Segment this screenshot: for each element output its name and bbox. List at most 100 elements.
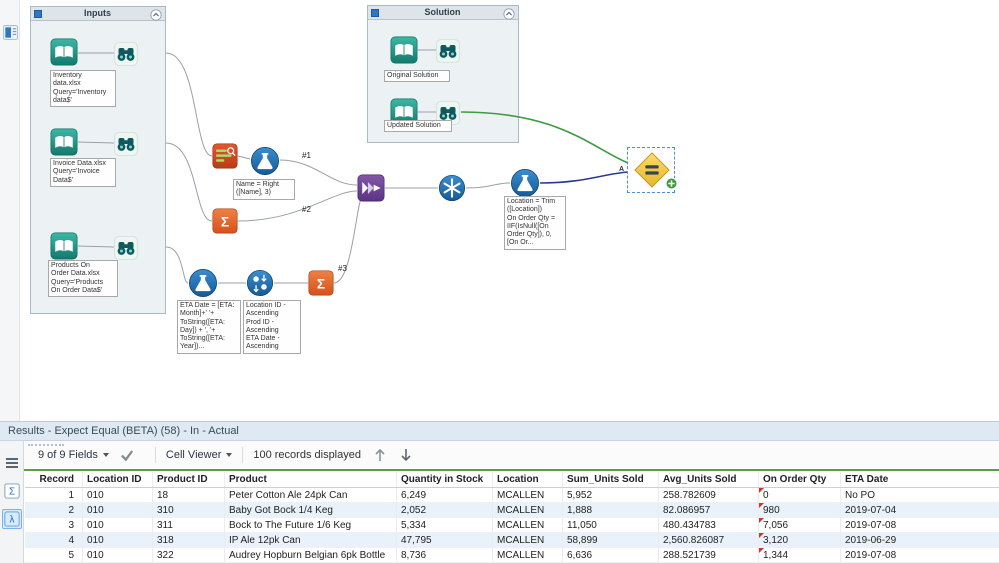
table-cell[interactable]: 310 bbox=[153, 503, 225, 517]
join-multiple-tool[interactable] bbox=[438, 174, 466, 202]
panel-drag-handle[interactable] bbox=[28, 444, 64, 448]
table-cell[interactable]: 2019-06-29 bbox=[841, 533, 999, 547]
column-header[interactable]: Location ID bbox=[83, 472, 153, 487]
input-data-tool-inventory[interactable] bbox=[50, 38, 78, 66]
results-panel-header[interactable]: Results - Expect Equal (BETA) (58) - In … bbox=[0, 422, 999, 441]
table-row[interactable]: 4 010 318 IP Ale 12pk Can 47,795 MCALLEN 58,89… bbox=[25, 533, 999, 548]
table-cell[interactable]: MCALLEN bbox=[493, 488, 563, 502]
tool-annotation[interactable]: Name = Right ([Name], 3) bbox=[233, 179, 295, 200]
table-cell[interactable]: 322 bbox=[153, 548, 225, 562]
table-cell[interactable]: MCALLEN bbox=[493, 518, 563, 532]
input-data-tool-products[interactable] bbox=[50, 232, 78, 260]
table-cell[interactable]: 5,952 bbox=[563, 488, 659, 502]
connection-wire[interactable] bbox=[165, 246, 189, 284]
table-row[interactable]: 1 010 18 Peter Cotton Ale 24pk Can 6,249 MCAL… bbox=[25, 488, 999, 503]
summarize-tool-2[interactable]: Σ bbox=[308, 270, 334, 296]
record-number-cell[interactable]: 1 bbox=[25, 488, 83, 502]
table-cell[interactable]: 1,888 bbox=[563, 503, 659, 517]
tool-annotation[interactable]: Updated Solution bbox=[384, 120, 452, 133]
browse-tool[interactable] bbox=[114, 42, 138, 66]
connection-wire-actual[interactable] bbox=[539, 171, 629, 184]
fields-dropdown[interactable]: 9 of 9 Fields bbox=[38, 449, 109, 461]
connection-wire[interactable] bbox=[77, 141, 115, 144]
table-cell[interactable]: 58,899 bbox=[563, 533, 659, 547]
sort-tool[interactable] bbox=[246, 269, 274, 297]
column-header[interactable]: Product bbox=[225, 472, 397, 487]
input-data-tool-invoice[interactable] bbox=[50, 128, 78, 156]
tool-annotation[interactable]: Location = Trim ([Location]) On Order Qt… bbox=[504, 196, 566, 250]
browse-tool[interactable] bbox=[436, 39, 460, 63]
tool-annotation[interactable]: Original Solution bbox=[384, 70, 450, 83]
results-view-metadata-icon[interactable]: λ bbox=[2, 509, 22, 529]
table-cell[interactable]: 82.086957 bbox=[659, 503, 759, 517]
table-cell[interactable]: 010 bbox=[83, 503, 153, 517]
table-cell[interactable]: MCALLEN bbox=[493, 503, 563, 517]
scroll-down-icon[interactable] bbox=[399, 447, 413, 463]
table-cell[interactable]: 311 bbox=[153, 518, 225, 532]
table-cell[interactable]: 8,736 bbox=[397, 548, 493, 562]
record-number-cell[interactable]: 4 bbox=[25, 533, 83, 547]
connection-wire[interactable] bbox=[237, 155, 251, 160]
table-cell[interactable]: Bock to The Future 1/6 Keg bbox=[225, 518, 397, 532]
table-cell[interactable]: Peter Cotton Ale 24pk Can bbox=[225, 488, 397, 502]
table-cell[interactable]: 2019-07-08 bbox=[841, 518, 999, 532]
table-row[interactable]: 5 010 322 Audrey Hopburn Belgian 6pk Bottle… bbox=[25, 548, 999, 563]
table-cell[interactable]: IP Ale 12pk Can bbox=[225, 533, 397, 547]
find-replace-tool[interactable] bbox=[212, 143, 238, 169]
cell-viewer-dropdown[interactable]: Cell Viewer bbox=[166, 449, 233, 461]
table-cell[interactable]: 980 bbox=[759, 503, 841, 517]
table-cell[interactable]: 2,052 bbox=[397, 503, 493, 517]
browse-tool[interactable] bbox=[114, 132, 138, 156]
column-header[interactable]: ETA Date bbox=[841, 472, 999, 487]
column-header[interactable]: Sum_Units Sold bbox=[563, 472, 659, 487]
column-header[interactable]: Quantity in Stock bbox=[397, 472, 493, 487]
formula-tool-name[interactable] bbox=[250, 146, 280, 176]
table-cell[interactable]: 6,249 bbox=[397, 488, 493, 502]
results-view-profile-icon[interactable]: Σ bbox=[2, 481, 22, 501]
apply-check-icon[interactable] bbox=[119, 447, 135, 463]
table-cell[interactable]: 010 bbox=[83, 548, 153, 562]
table-cell[interactable]: 47,795 bbox=[397, 533, 493, 547]
table-cell[interactable]: MCALLEN bbox=[493, 548, 563, 562]
table-cell[interactable]: MCALLEN bbox=[493, 533, 563, 547]
formula-tool-location[interactable] bbox=[510, 168, 540, 198]
browse-tool[interactable] bbox=[114, 236, 138, 260]
table-cell[interactable]: 7,056 bbox=[759, 518, 841, 532]
input-data-tool-original-solution[interactable] bbox=[390, 36, 418, 64]
table-cell[interactable]: 11,050 bbox=[563, 518, 659, 532]
column-header[interactable]: Avg_Units Sold bbox=[659, 472, 759, 487]
connection-wire[interactable] bbox=[465, 182, 511, 189]
join-tool[interactable] bbox=[357, 174, 385, 202]
record-number-cell[interactable]: 5 bbox=[25, 548, 83, 562]
table-cell[interactable]: 3,120 bbox=[759, 533, 841, 547]
formula-tool-eta[interactable] bbox=[188, 268, 218, 298]
summarize-tool-1[interactable]: Σ bbox=[212, 208, 238, 234]
workflow-canvas[interactable]: Inputs Solution Σ Σ A Inventory data.xls… bbox=[0, 0, 999, 421]
column-header[interactable]: On Order Qty bbox=[759, 472, 841, 487]
table-cell[interactable]: 2019-07-08 bbox=[841, 548, 999, 562]
column-header[interactable]: Location bbox=[493, 472, 563, 487]
table-cell[interactable]: 010 bbox=[83, 533, 153, 547]
expect-equal-test-tool[interactable] bbox=[627, 147, 678, 193]
connection-wire[interactable] bbox=[165, 52, 213, 157]
tool-palette-icon[interactable] bbox=[3, 25, 18, 40]
connection-wire[interactable] bbox=[165, 142, 213, 222]
table-cell[interactable]: 258.782609 bbox=[659, 488, 759, 502]
table-cell[interactable]: 2019-07-04 bbox=[841, 503, 999, 517]
table-cell[interactable]: 010 bbox=[83, 488, 153, 502]
table-cell[interactable]: 0 bbox=[759, 488, 841, 502]
table-cell[interactable]: 18 bbox=[153, 488, 225, 502]
tool-annotation[interactable]: Products On Order Data.xlsx Query='Produ… bbox=[48, 260, 118, 297]
table-cell[interactable]: 2,560.826087 bbox=[659, 533, 759, 547]
table-row[interactable]: 2 010 310 Baby Got Bock 1/4 Keg 2,052 MCALLEN… bbox=[25, 503, 999, 518]
connection-wire[interactable] bbox=[77, 245, 115, 248]
table-cell[interactable]: Baby Got Bock 1/4 Keg bbox=[225, 503, 397, 517]
table-cell[interactable]: 5,334 bbox=[397, 518, 493, 532]
table-cell[interactable]: 288.521739 bbox=[659, 548, 759, 562]
record-number-cell[interactable]: 2 bbox=[25, 503, 83, 517]
tool-annotation[interactable]: Location ID - Ascending Prod ID - Ascend… bbox=[243, 300, 301, 354]
table-cell[interactable]: 1,344 bbox=[759, 548, 841, 562]
tool-annotation[interactable]: Invoice Data.xlsx Query='Invoice Data$' bbox=[50, 158, 116, 187]
table-cell[interactable]: 480.434783 bbox=[659, 518, 759, 532]
table-cell[interactable]: 010 bbox=[83, 518, 153, 532]
